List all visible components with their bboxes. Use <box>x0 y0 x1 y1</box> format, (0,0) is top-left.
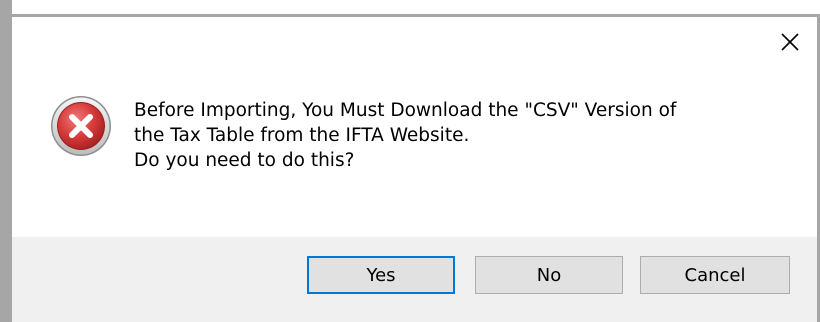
close-icon <box>781 33 799 51</box>
no-button[interactable]: No <box>475 256 623 294</box>
close-button[interactable] <box>770 24 810 60</box>
window-frame-left <box>0 0 12 322</box>
message-line-1: Before Importing, You Must Download the … <box>134 100 677 121</box>
cancel-button[interactable]: Cancel <box>640 256 790 294</box>
error-icon <box>51 96 111 156</box>
yes-button[interactable]: Yes <box>307 256 455 294</box>
message-dialog: Before Importing, You Must Download the … <box>0 0 820 322</box>
message-line-2: the Tax Table from the IFTA Website. <box>134 125 470 146</box>
dialog-message: Before Importing, You Must Download the … <box>134 98 794 173</box>
message-line-3: Do you need to do this? <box>134 150 355 171</box>
